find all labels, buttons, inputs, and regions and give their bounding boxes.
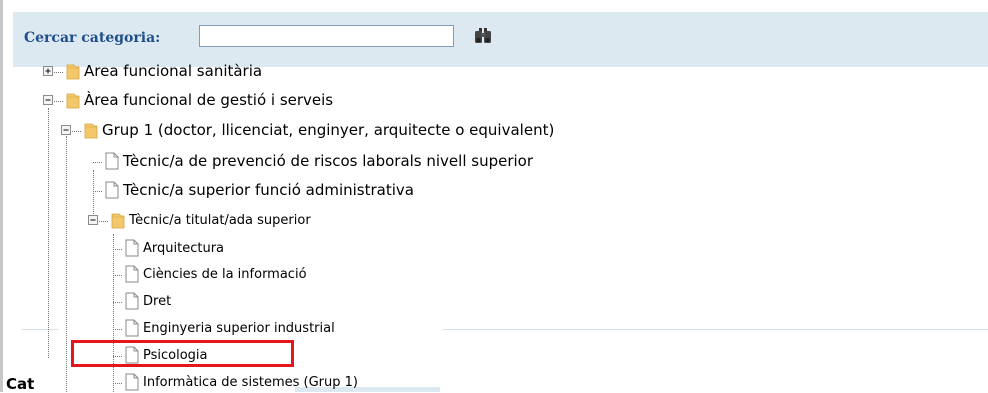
- tree-node-label: Tècnic/a titulat/ada superior: [129, 212, 311, 228]
- tree-connector: [66, 136, 67, 392]
- tree-node-label: Dret: [143, 293, 172, 309]
- tree-dots: [113, 327, 122, 330]
- tree-node-informatica-sistemes[interactable]: Informàtica de sistemes (Grup 1): [113, 373, 358, 391]
- expand-icon[interactable]: [43, 66, 53, 76]
- tree-dots: [113, 273, 122, 276]
- tree-node-label: Àrea funcional de gestió i serveis: [84, 91, 334, 109]
- document-icon: [124, 319, 140, 337]
- tree-node-label: Area funcional sanitària: [84, 62, 263, 80]
- tree-node-label: Enginyeria superior industrial: [143, 320, 335, 336]
- tree-node-grup-1[interactable]: Grup 1 (doctor, llicenciat, enginyer, ar…: [61, 121, 554, 139]
- document-icon: [124, 373, 140, 391]
- document-icon: [124, 292, 140, 310]
- tree-dots: [72, 129, 81, 132]
- collapse-icon[interactable]: [88, 215, 98, 225]
- tree-node-label: Tècnic/a superior funció administrativa: [123, 181, 414, 199]
- folder-icon: [65, 91, 81, 109]
- tree-node-dret[interactable]: Dret: [113, 292, 171, 310]
- tree-dots: [113, 381, 122, 384]
- highlight-box: [71, 340, 294, 367]
- tree-node-label: Ciències de la informació: [143, 266, 307, 282]
- tree-dots: [113, 300, 122, 303]
- collapse-icon[interactable]: [43, 95, 53, 105]
- tree-node-area-gestio[interactable]: Àrea funcional de gestió i serveis: [43, 91, 333, 109]
- tree-dots: [93, 189, 102, 192]
- tree-dots: [54, 70, 63, 73]
- tree-dots: [93, 160, 102, 163]
- folder-icon: [83, 121, 99, 139]
- tree-node-ciencies-informacio[interactable]: Ciències de la informació: [113, 265, 307, 283]
- tree-node-area-sanitaria[interactable]: Area funcional sanitària: [43, 62, 262, 80]
- collapse-icon[interactable]: [61, 125, 71, 135]
- tree-node-label: Tècnic/a de prevenció de riscos laborals…: [123, 152, 534, 170]
- folder-icon: [65, 62, 81, 80]
- tree-node-label: Arquitectura: [143, 240, 225, 256]
- category-tree: Area funcional sanitària Àrea funcional …: [0, 0, 988, 392]
- tree-node-titulat-superior[interactable]: Tècnic/a titulat/ada superior: [88, 211, 311, 229]
- document-icon: [104, 181, 120, 199]
- tree-connector: [48, 108, 49, 358]
- tree-dots: [54, 99, 63, 102]
- document-icon: [124, 265, 140, 283]
- tree-node-enginyeria-industrial[interactable]: Enginyeria superior industrial: [113, 319, 335, 337]
- folder-icon: [110, 211, 126, 229]
- tree-connector: [113, 234, 114, 392]
- tree-node-prevencio-riscos[interactable]: Tècnic/a de prevenció de riscos laborals…: [93, 152, 533, 170]
- tree-dots: [113, 247, 122, 250]
- tree-node-arquitectura[interactable]: Arquitectura: [113, 239, 224, 257]
- tree-dots: [99, 219, 108, 222]
- tree-node-label: Grup 1 (doctor, llicenciat, enginyer, ar…: [102, 121, 555, 139]
- tree-node-label: Informàtica de sistemes (Grup 1): [143, 374, 358, 390]
- document-icon: [104, 152, 120, 170]
- tree-node-funcio-administrativa[interactable]: Tècnic/a superior funció administrativa: [93, 181, 414, 199]
- document-icon: [124, 239, 140, 257]
